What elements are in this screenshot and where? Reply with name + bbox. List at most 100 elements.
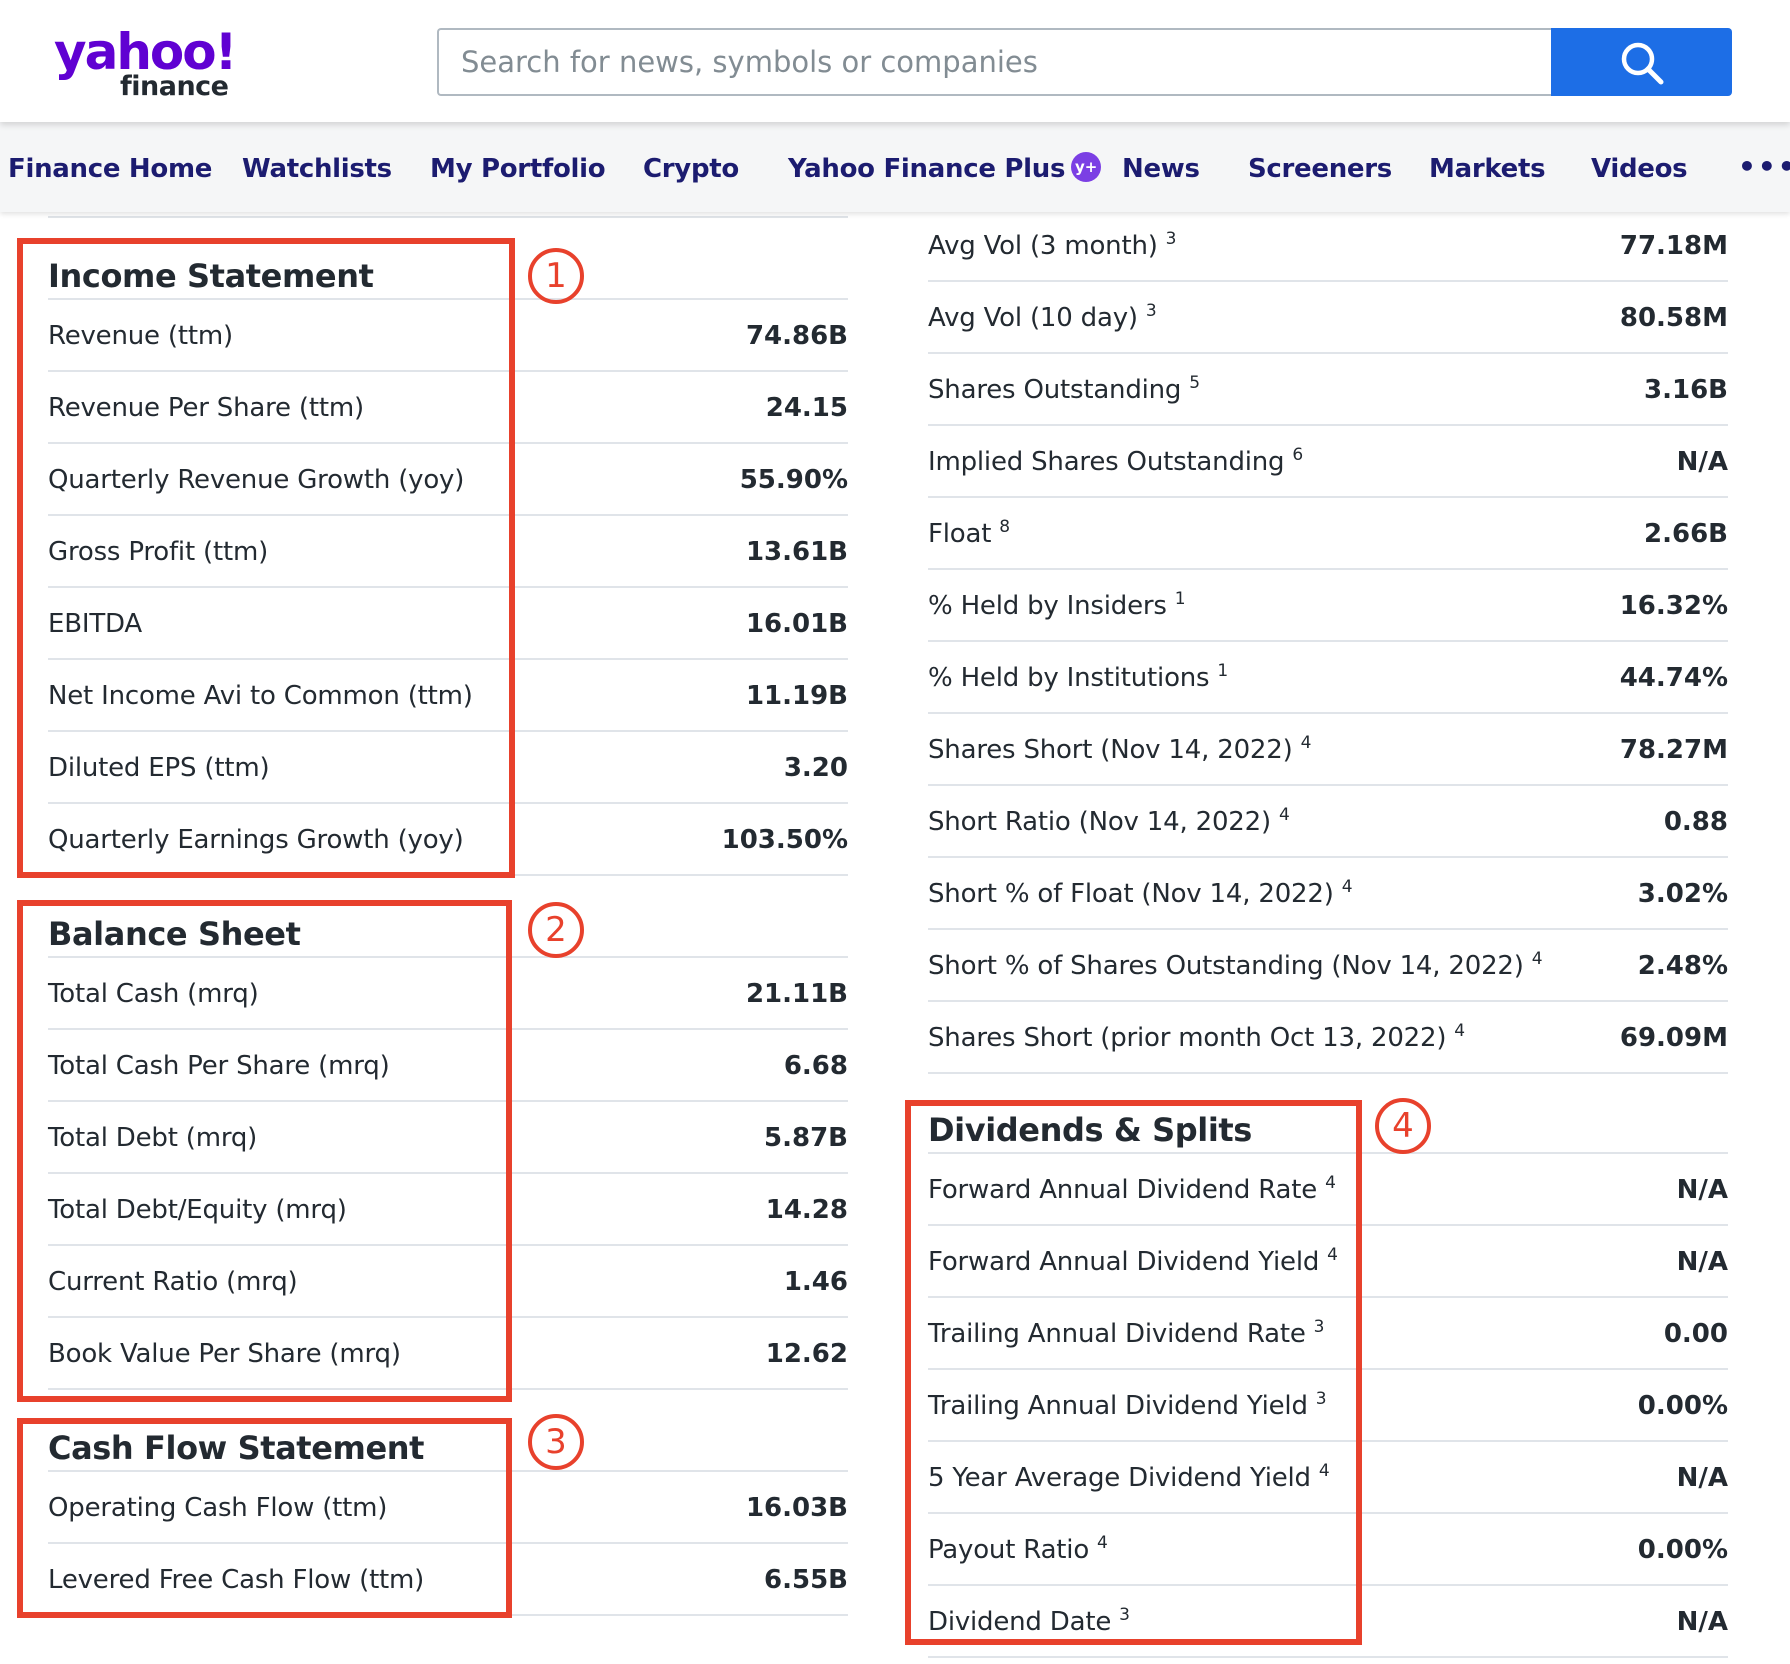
nav-screeners[interactable]: Screeners bbox=[1248, 122, 1392, 212]
table-row: Shares Short (Nov 14, 2022) 4 78.27M bbox=[928, 714, 1728, 786]
row-value: 16.32% bbox=[1619, 591, 1728, 621]
row-value: N/A bbox=[1676, 1463, 1728, 1493]
row-label-text: Short % of Float (Nov 14, 2022) bbox=[928, 879, 1334, 909]
row-value: 2.66B bbox=[1644, 519, 1728, 549]
row-value: 6.68 bbox=[783, 1051, 848, 1081]
row-label-text: % Held by Insiders bbox=[928, 591, 1167, 621]
search-button[interactable] bbox=[1551, 28, 1732, 96]
annotation-number-1: 1 bbox=[528, 248, 584, 304]
row-label: Shares Short (Nov 14, 2022) 4 bbox=[928, 714, 1311, 786]
nav-yahoo-finance-plus-label: Yahoo Finance Plus bbox=[788, 154, 1066, 184]
row-value: 2.48% bbox=[1637, 951, 1728, 981]
row-value: N/A bbox=[1676, 1175, 1728, 1205]
nav-markets[interactable]: Markets bbox=[1429, 122, 1546, 212]
footnote-marker[interactable]: 5 bbox=[1189, 373, 1200, 393]
nav-crypto[interactable]: Crypto bbox=[643, 122, 739, 212]
row-label: Short % of Float (Nov 14, 2022) 4 bbox=[928, 858, 1353, 930]
footnote-marker[interactable]: 1 bbox=[1175, 589, 1186, 609]
row-value: 16.03B bbox=[745, 1493, 848, 1523]
table-row: Implied Shares Outstanding 6 N/A bbox=[928, 426, 1728, 498]
row-label: Short Ratio (Nov 14, 2022) 4 bbox=[928, 786, 1290, 858]
nav-finance-home[interactable]: Finance Home bbox=[8, 122, 212, 212]
row-value: 0.00% bbox=[1637, 1391, 1728, 1421]
nav-watchlists[interactable]: Watchlists bbox=[242, 122, 392, 212]
row-value: 0.00% bbox=[1637, 1535, 1728, 1565]
statistics-content: Income Statement Revenue (ttm) 74.86B Re… bbox=[0, 212, 1790, 1664]
row-value: 14.28 bbox=[765, 1195, 848, 1225]
table-row: % Held by Institutions 1 44.74% bbox=[928, 642, 1728, 714]
row-label-text: % Held by Institutions bbox=[928, 663, 1210, 693]
row-value: 78.27M bbox=[1619, 735, 1728, 765]
row-value: 24.15 bbox=[765, 393, 848, 423]
footnote-marker[interactable]: 4 bbox=[1279, 805, 1290, 825]
footnote-marker[interactable]: 3 bbox=[1166, 229, 1177, 249]
search-input[interactable] bbox=[437, 28, 1552, 96]
row-label-text: Short % of Shares Outstanding (Nov 14, 2… bbox=[928, 951, 1524, 981]
footnote-marker[interactable]: 4 bbox=[1454, 1021, 1465, 1041]
annotation-box-balance-sheet bbox=[17, 900, 512, 1402]
row-label-text: Avg Vol (3 month) bbox=[928, 231, 1158, 261]
nav-videos[interactable]: Videos bbox=[1591, 122, 1688, 212]
row-value: 3.02% bbox=[1637, 879, 1728, 909]
row-value: 13.61B bbox=[745, 537, 848, 567]
row-label-text: Shares Short (prior month Oct 13, 2022) bbox=[928, 1023, 1447, 1053]
main-nav: Finance Home Watchlists My Portfolio Cry… bbox=[0, 122, 1790, 212]
table-row: Short % of Shares Outstanding (Nov 14, 2… bbox=[928, 930, 1728, 1002]
table-row: Shares Outstanding 5 3.16B bbox=[928, 354, 1728, 426]
row-label-text: Avg Vol (10 day) bbox=[928, 303, 1138, 333]
row-label-text: Float bbox=[928, 519, 992, 549]
footnote-marker[interactable]: 8 bbox=[999, 517, 1010, 537]
row-label: Shares Outstanding 5 bbox=[928, 354, 1200, 426]
row-label: Shares Short (prior month Oct 13, 2022) 4 bbox=[928, 1002, 1465, 1074]
row-value: 74.86B bbox=[745, 321, 848, 351]
nav-my-portfolio[interactable]: My Portfolio bbox=[430, 122, 606, 212]
table-row: Avg Vol (10 day) 3 80.58M bbox=[928, 282, 1728, 354]
row-label: % Held by Insiders 1 bbox=[928, 570, 1186, 642]
footnote-marker[interactable]: 4 bbox=[1301, 733, 1312, 753]
logo-finance-text: finance bbox=[120, 71, 229, 102]
table-row: % Held by Insiders 1 16.32% bbox=[928, 570, 1728, 642]
row-value: 12.62 bbox=[765, 1339, 848, 1369]
footnote-marker[interactable]: 1 bbox=[1217, 661, 1228, 681]
left-top-divider bbox=[48, 216, 848, 218]
table-row: Shares Short (prior month Oct 13, 2022) 4… bbox=[928, 1002, 1728, 1074]
annotation-box-income-statement bbox=[17, 238, 515, 878]
table-row: Float 8 2.66B bbox=[928, 498, 1728, 570]
footnote-marker[interactable]: 6 bbox=[1292, 445, 1303, 465]
row-value: N/A bbox=[1676, 447, 1728, 477]
search-icon bbox=[1621, 42, 1664, 85]
row-value: 3.20 bbox=[783, 753, 848, 783]
row-label: Avg Vol (3 month) 3 bbox=[928, 210, 1176, 282]
annotation-number-3: 3 bbox=[528, 1414, 584, 1470]
row-value: 55.90% bbox=[739, 465, 848, 495]
more-menu-icon[interactable]: ••• bbox=[1738, 122, 1790, 212]
row-value: 0.88 bbox=[1663, 807, 1728, 837]
nav-yahoo-finance-plus[interactable]: Yahoo Finance Plus y+ bbox=[788, 122, 1102, 212]
row-value: 77.18M bbox=[1619, 231, 1728, 261]
row-label-text: Shares Short (Nov 14, 2022) bbox=[928, 735, 1293, 765]
row-value: 3.16B bbox=[1644, 375, 1728, 405]
row-value: 16.01B bbox=[745, 609, 848, 639]
row-value: 44.74% bbox=[1619, 663, 1728, 693]
nav-news[interactable]: News bbox=[1122, 122, 1200, 212]
annotation-box-cash-flow-statement bbox=[17, 1418, 512, 1618]
yahoo-finance-logo[interactable]: yahoo! finance bbox=[54, 24, 244, 102]
footnote-marker[interactable]: 3 bbox=[1146, 301, 1157, 321]
annotation-number-2: 2 bbox=[528, 902, 584, 958]
footnote-marker[interactable]: 4 bbox=[1532, 949, 1543, 969]
row-value: 5.87B bbox=[764, 1123, 848, 1153]
row-value: 1.46 bbox=[783, 1267, 848, 1297]
row-value: N/A bbox=[1676, 1607, 1728, 1637]
table-row: Short % of Float (Nov 14, 2022) 4 3.02% bbox=[928, 858, 1728, 930]
row-label: Float 8 bbox=[928, 498, 1010, 570]
row-value: N/A bbox=[1676, 1247, 1728, 1277]
annotation-box-dividends-splits bbox=[905, 1100, 1362, 1645]
row-value: 11.19B bbox=[745, 681, 848, 711]
row-value: 69.09M bbox=[1619, 1023, 1728, 1053]
row-label-text: Implied Shares Outstanding bbox=[928, 447, 1285, 477]
row-value: 21.11B bbox=[745, 979, 848, 1009]
row-value: 0.00 bbox=[1663, 1319, 1728, 1349]
table-row: Avg Vol (3 month) 3 77.18M bbox=[928, 210, 1728, 282]
footnote-marker[interactable]: 4 bbox=[1342, 877, 1353, 897]
row-label: % Held by Institutions 1 bbox=[928, 642, 1228, 714]
